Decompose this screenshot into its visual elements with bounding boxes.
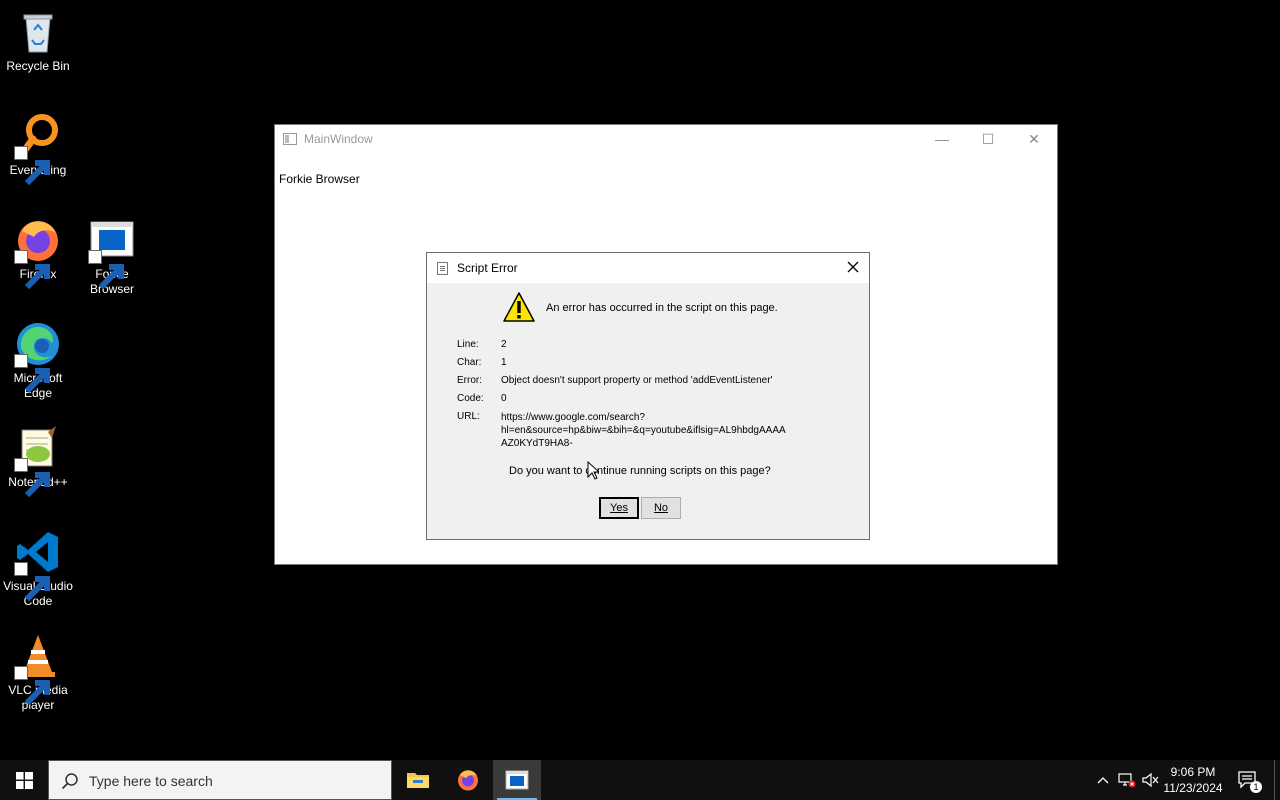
volume-button[interactable] <box>1140 760 1162 800</box>
minimize-button[interactable]: — <box>919 125 965 153</box>
shortcut-arrow-icon <box>14 146 50 186</box>
search-placeholder: Type here to search <box>89 773 213 789</box>
mouse-cursor-icon <box>587 460 601 480</box>
field-label-error: Error: <box>457 375 482 386</box>
no-button[interactable]: No <box>641 497 681 519</box>
search-icon <box>61 772 79 790</box>
dialog-titlebar[interactable]: Script Error <box>427 253 869 283</box>
script-error-dialog: Script Error An error has occurred in th… <box>426 252 870 540</box>
recycle-bin-icon <box>14 8 62 56</box>
taskbar-search-box[interactable]: Type here to search <box>48 760 392 800</box>
taskbar-firefox[interactable] <box>444 760 492 800</box>
field-value-line: 2 <box>501 339 507 350</box>
field-label-line: Line: <box>457 339 479 350</box>
chevron-up-icon <box>1097 777 1109 784</box>
notepad-plus-plus-icon <box>14 424 62 498</box>
continue-question: Do you want to continue running scripts … <box>509 465 771 477</box>
action-center-button[interactable]: 1 <box>1232 760 1264 800</box>
warning-icon <box>503 291 535 323</box>
main-window-titlebar[interactable]: MainWindow — ☐ ✕ <box>275 125 1057 153</box>
taskbar-forkie-browser[interactable] <box>493 760 541 800</box>
network-status-button[interactable] <box>1116 760 1138 800</box>
edge-icon <box>14 320 62 394</box>
desktop-icon-visual-studio-code[interactable]: Visual Studio Code <box>0 528 76 609</box>
app-window-icon <box>283 133 297 145</box>
taskbar-file-explorer[interactable] <box>394 760 442 800</box>
url-line: https://www.google.com/search? <box>501 412 645 423</box>
desktop-icon-firefox[interactable]: Firefox <box>0 216 76 290</box>
desktop-icon-vlc-media-player[interactable]: VLC media player <box>0 632 76 713</box>
url-line: AZ0KYdT9HA8- <box>501 438 573 449</box>
field-label-url: URL: <box>457 411 480 422</box>
field-label-char: Char: <box>457 357 482 368</box>
volume-muted-icon <box>1142 772 1159 788</box>
field-value-char: 1 <box>501 357 507 368</box>
shortcut-arrow-icon <box>14 562 50 602</box>
clock-date: 11/23/2024 <box>1163 781 1223 795</box>
dialog-header-message: An error has occurred in the script on t… <box>546 302 778 314</box>
yes-button-label: Yes <box>610 502 628 514</box>
firefox-icon <box>14 216 62 290</box>
close-icon <box>847 261 859 273</box>
shortcut-arrow-icon <box>88 250 124 290</box>
shortcut-arrow-icon <box>14 666 50 706</box>
forkie-browser-icon <box>505 770 529 790</box>
show-desktop-button[interactable] <box>1274 760 1280 800</box>
shortcut-arrow-icon <box>14 354 50 394</box>
start-button[interactable] <box>0 760 48 800</box>
yes-button[interactable]: Yes <box>599 497 639 519</box>
desktop-icon-label: Recycle Bin <box>6 59 70 73</box>
folder-icon <box>407 773 429 788</box>
desktop-icon-everything[interactable]: Everything <box>0 112 76 186</box>
field-label-code: Code: <box>457 393 484 404</box>
main-window-title: MainWindow <box>304 132 373 146</box>
notification-count-badge: 1 <box>1250 781 1262 793</box>
field-value-error: Object doesn't support property or metho… <box>501 375 773 386</box>
desktop-icon-microsoft-edge[interactable]: Microsoft Edge <box>0 320 76 401</box>
vlc-icon <box>14 632 62 706</box>
desktop-icon-recycle-bin[interactable]: Recycle Bin <box>0 8 76 74</box>
windows-logo-icon <box>15 771 33 789</box>
firefox-icon <box>458 770 478 791</box>
main-window-content-label: Forkie Browser <box>279 172 360 186</box>
url-line: hl=en&source=hp&biw=&bih=&q=youtube&ifls… <box>501 425 786 436</box>
network-disconnected-icon <box>1118 773 1136 788</box>
document-icon <box>437 261 448 275</box>
field-value-code: 0 <box>501 393 507 404</box>
dialog-close-button[interactable] <box>845 259 861 275</box>
taskbar-clock[interactable]: 9:06 PM 11/23/2024 <box>1162 764 1224 796</box>
show-hidden-icons-button[interactable] <box>1094 760 1112 800</box>
shortcut-arrow-icon <box>14 250 50 290</box>
no-button-label: No <box>653 502 669 514</box>
forkie-browser-icon <box>88 216 136 290</box>
taskbar: Type here to search 9:06 PM 11/23/2024 1 <box>0 760 1280 800</box>
dialog-title: Script Error <box>457 261 518 275</box>
everything-icon <box>14 112 62 186</box>
vscode-icon <box>14 528 62 602</box>
field-value-url: https://www.google.com/search? hl=en&sou… <box>501 411 786 450</box>
close-button[interactable]: ✕ <box>1011 125 1057 153</box>
desktop-icon-forkie-browser[interactable]: Forkie Browser <box>74 216 150 297</box>
shortcut-arrow-icon <box>14 458 50 498</box>
maximize-button[interactable]: ☐ <box>965 125 1011 153</box>
clock-time: 9:06 PM <box>1170 765 1216 779</box>
desktop-icon-notepad-plus-plus[interactable]: Notepad++ <box>0 424 76 498</box>
